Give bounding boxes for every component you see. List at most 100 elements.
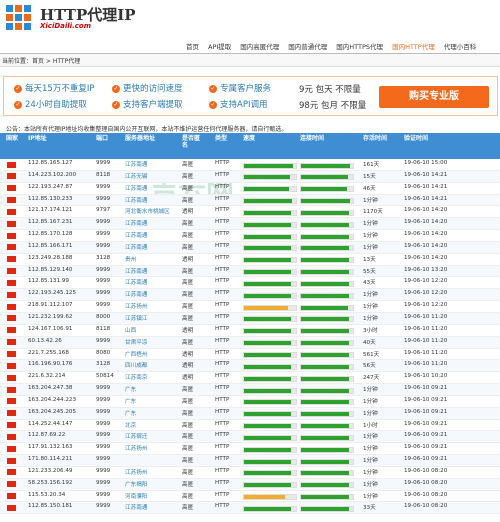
cell-type: HTTP — [215, 396, 230, 403]
col-anon[interactable]: 是否匿名 — [182, 135, 204, 149]
cell-alive: 46天 — [363, 185, 376, 192]
col-type[interactable]: 类型 — [215, 133, 227, 145]
conn-bar — [300, 280, 354, 287]
cell-verify: 19-06-10 11:20 — [404, 361, 448, 368]
cell-alive: 1分钟 — [363, 434, 378, 441]
speed-bar — [243, 434, 297, 441]
cell-port: 9999 — [96, 467, 111, 474]
promo-item: ✓ 支持客户端提取 — [112, 100, 183, 110]
proxy-table: 国家 IP地址 端口 服务器地址 是否匿名 类型 速度 连接时间 存活时间 验证… — [0, 133, 500, 515]
cell-anon: 高匿 — [182, 458, 194, 465]
cell-ip: 171.80.114.211 — [28, 456, 73, 463]
conn-bar — [300, 209, 354, 216]
table-row: 112.85.129.140 9999 江苏南通 高匿 HTTP 55天 19-06-10 … — [0, 265, 500, 278]
conn-bar — [300, 340, 354, 347]
speed-bar — [243, 209, 297, 216]
nav-item[interactable]: 首页 — [186, 41, 199, 51]
col-ip[interactable]: IP地址 — [28, 133, 47, 145]
cell-verify: 19-06-10 11:20 — [404, 349, 448, 356]
buy-pro-button[interactable]: 购买专业版 — [379, 86, 489, 108]
china-flag-icon — [7, 374, 16, 381]
cell-ip: 114.252.44.147 — [28, 420, 73, 427]
nav-item[interactable]: API提取 — [208, 41, 231, 51]
col-country[interactable]: 国家 — [6, 135, 18, 142]
cell-port: 9999 — [96, 266, 111, 273]
logo-icon — [6, 5, 31, 30]
speed-bar — [243, 280, 297, 287]
cell-verify: 19-06-10 14:20 — [404, 254, 448, 261]
table-row: 221.7.255.168 8080 广西梧州 透明 HTTP 561天 19-06-10 … — [0, 349, 500, 361]
cell-port: 9999 — [96, 195, 111, 202]
cell-type: HTTP — [215, 160, 230, 166]
cell-addr: 广东揭阳 — [125, 481, 148, 488]
nav-item[interactable]: 国内高匿代理 — [240, 41, 279, 51]
conn-bar-fill — [301, 210, 349, 215]
cell-addr: 贵州 — [125, 256, 137, 263]
speed-bar-fill — [244, 435, 291, 440]
speed-bar — [243, 316, 297, 323]
table-row: 218.91.112.107 9999 江苏扬州 高匿 HTTP 1分钟 19-06-10 … — [0, 301, 500, 313]
cell-anon: 高匿 — [182, 268, 194, 275]
nav-item[interactable]: 代理小百科 — [444, 41, 477, 51]
cell-verify: 19-06-10 14:21 — [404, 195, 448, 202]
china-flag-icon — [7, 197, 16, 204]
cell-type: HTTP — [215, 503, 230, 510]
china-flag-icon — [7, 244, 16, 251]
cell-verify: 19-06-10 09:21 — [404, 385, 448, 392]
conn-bar — [300, 482, 354, 489]
cell-addr: 广西梧州 — [125, 351, 148, 358]
speed-bar-fill — [244, 234, 291, 239]
speed-bar — [243, 494, 297, 501]
speed-bar-fill — [244, 329, 291, 334]
check-icon: ✓ — [112, 101, 120, 109]
cell-alive: 1分钟 — [363, 315, 378, 322]
cell-verify: 19-06-10 15:00 — [404, 160, 448, 166]
col-port[interactable]: 端口 — [96, 133, 108, 145]
cell-addr: 江苏南通 — [125, 221, 148, 228]
conn-bar-fill — [301, 305, 348, 310]
cell-type: HTTP — [215, 491, 230, 498]
table-row: 114.252.44.147 9999 北京 高匿 HTTP 1小时 19-06-10 09… — [0, 420, 500, 432]
nav-item[interactable]: 国内普通代理 — [288, 41, 327, 51]
cell-type: HTTP — [215, 408, 230, 415]
cell-port: 8000 — [96, 313, 111, 320]
cell-port: 9999 — [96, 219, 111, 226]
speed-bar-fill — [244, 199, 293, 204]
col-verify[interactable]: 验证时间 — [404, 133, 428, 145]
cell-anon: 透明 — [182, 327, 194, 334]
speed-bar-fill — [244, 412, 291, 417]
cell-type: HTTP — [215, 278, 230, 285]
speed-bar-fill — [244, 506, 291, 511]
col-speed[interactable]: 速度 — [243, 133, 255, 145]
cell-port: 9999 — [96, 408, 111, 415]
cell-ip: 122.193.245.125 — [28, 290, 77, 297]
table-header: 国家 IP地址 端口 服务器地址 是否匿名 类型 速度 连接时间 存活时间 验证… — [0, 133, 500, 159]
col-conn[interactable]: 连接时间 — [300, 133, 324, 145]
nav-item[interactable]: 国内HTTPS代理 — [336, 41, 383, 51]
speed-bar — [243, 174, 297, 181]
conn-bar-fill — [301, 317, 349, 322]
col-addr[interactable]: 服务器地址 — [125, 133, 155, 145]
cell-verify: 19-06-10 09:21 — [404, 432, 448, 439]
conn-bar-fill — [301, 412, 349, 417]
table-row: 171.80.114.211 9999 高匿 HTTP 1分钟 19-06-10 09:2… — [0, 455, 500, 467]
cell-ip: 60.13.42.26 — [28, 337, 62, 344]
cell-alive: 1分钟 — [363, 233, 378, 240]
nav-item[interactable]: 国内HTTP代理 — [392, 41, 435, 51]
china-flag-icon — [7, 161, 16, 168]
cell-type: HTTP — [215, 325, 230, 332]
speed-bar — [243, 198, 297, 205]
col-alive[interactable]: 存活时间 — [363, 133, 387, 145]
conn-bar — [300, 245, 354, 252]
price-monthly: 98元 包月 不限量 — [299, 101, 367, 111]
cell-type: HTTP — [215, 373, 230, 380]
cell-addr: 广东 — [125, 398, 137, 405]
speed-bar-fill — [244, 210, 291, 215]
cell-port: 9999 — [96, 432, 111, 439]
promo-item: ✓ 专属客户服务 — [209, 84, 272, 94]
cell-addr: 河北衡水市桃城区 — [125, 209, 170, 216]
cell-port: 8118 — [96, 325, 111, 332]
cell-ip: 114.223.102.200 — [28, 171, 77, 178]
notice-text: 公告：本站所有代理IP地址均收集整理自国内公开互联网，本站不维护运营任何代理服务… — [6, 126, 288, 133]
cell-type: HTTP — [215, 456, 230, 463]
